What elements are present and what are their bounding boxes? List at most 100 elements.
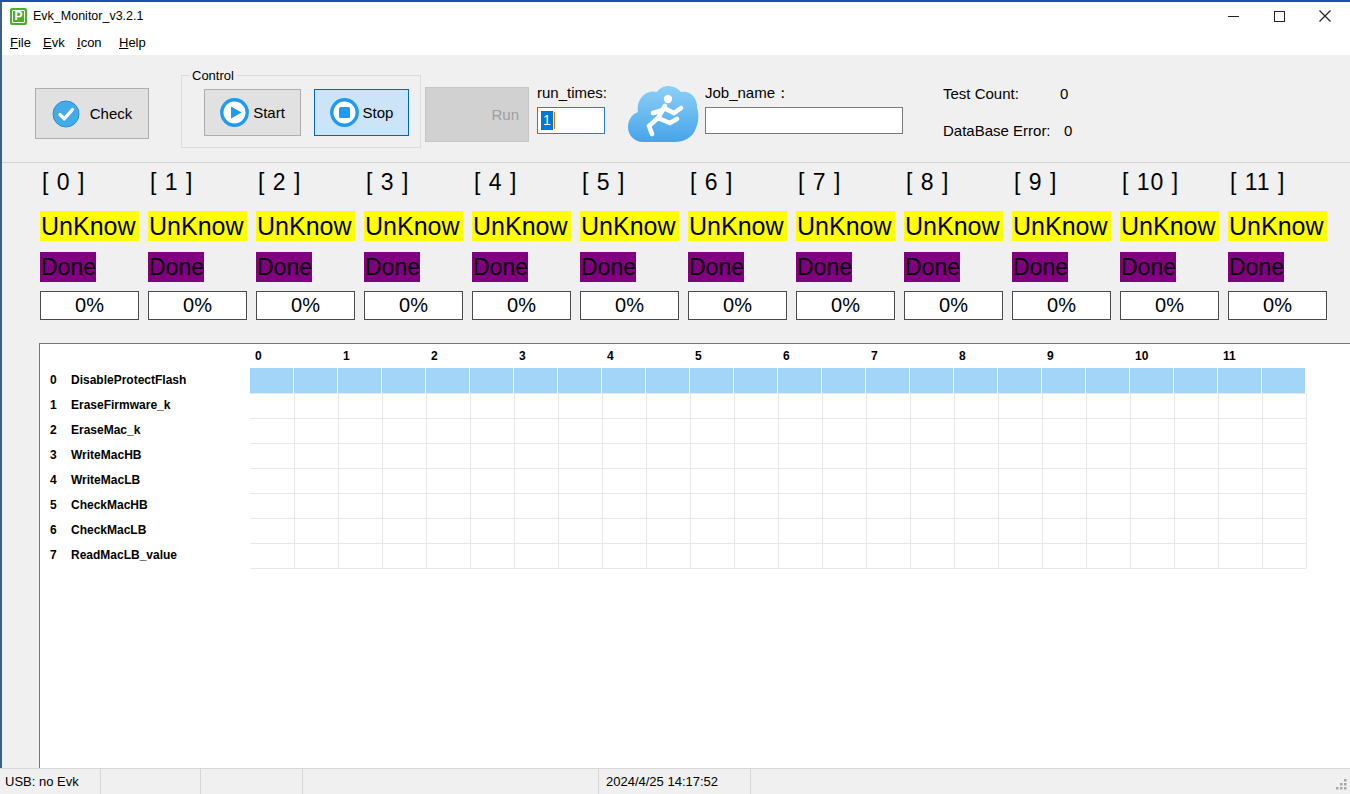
panel-stage-badge: Done bbox=[796, 252, 852, 282]
row-number: 3 bbox=[50, 443, 57, 468]
row-number: 5 bbox=[50, 493, 57, 518]
titlebar: P Evk_Monitor_v3.2.1 bbox=[2, 2, 1350, 30]
app-window: P Evk_Monitor_v3.2.1 File Evk Icon Help … bbox=[0, 0, 1350, 794]
panel-status-badge: UnKnow bbox=[148, 211, 247, 241]
grid-column-header: 4 bbox=[607, 349, 614, 363]
run-button[interactable]: Run bbox=[425, 87, 529, 142]
evk-panel: [ 5 ]UnKnowDone0% bbox=[580, 164, 688, 334]
panel-progress-box: 0% bbox=[256, 291, 355, 320]
grid-hline bbox=[250, 543, 1306, 544]
row-name: CheckMacHB bbox=[71, 493, 148, 518]
job-name-input[interactable] bbox=[705, 107, 903, 134]
grid-hline bbox=[250, 493, 1306, 494]
grid-vline bbox=[1042, 393, 1043, 568]
row-number: 6 bbox=[50, 518, 57, 543]
job-name-label: Job_name： bbox=[705, 84, 790, 103]
panel-progress-box: 0% bbox=[1012, 291, 1111, 320]
statusbar: USB: no Evk 2024/4/25 14:17:52 bbox=[0, 768, 1350, 794]
menu-icon[interactable]: Icon bbox=[75, 33, 104, 52]
panel-progress-box: 0% bbox=[364, 291, 463, 320]
grid-vline bbox=[338, 393, 339, 568]
grid-vline bbox=[1218, 393, 1219, 568]
panel-status-badge: UnKnow bbox=[1120, 211, 1219, 241]
panel-status-badge: UnKnow bbox=[688, 211, 787, 241]
play-icon bbox=[220, 98, 249, 127]
task-grid: 012345678910110DisableProtectFlash1Erase… bbox=[39, 343, 1350, 768]
grid-hline bbox=[250, 468, 1306, 469]
panel-stage-badge: Done bbox=[472, 252, 528, 282]
evk-panel: [ 8 ]UnKnowDone0% bbox=[904, 164, 1012, 334]
panel-stage-badge: Done bbox=[40, 252, 96, 282]
grid-vline bbox=[1306, 393, 1307, 568]
statusbar-divider bbox=[200, 769, 201, 794]
grid-vline bbox=[1262, 393, 1263, 568]
close-button[interactable] bbox=[1302, 2, 1348, 30]
start-button[interactable]: Start bbox=[204, 89, 301, 136]
grid-column-header: 1 bbox=[343, 349, 350, 363]
statusbar-divider bbox=[302, 769, 303, 794]
usb-status: USB: no Evk bbox=[5, 774, 79, 789]
panel-index-label: [ 8 ] bbox=[906, 169, 949, 196]
grid-column-header: 3 bbox=[519, 349, 526, 363]
panel-progress-box: 0% bbox=[580, 291, 679, 320]
resize-grip[interactable] bbox=[1334, 777, 1348, 791]
row-name: ReadMacLB_value bbox=[71, 543, 177, 568]
grid-hline bbox=[250, 443, 1306, 444]
control-groupbox: Control Start Stop bbox=[181, 75, 421, 148]
filled-cells-band bbox=[250, 368, 1306, 393]
minimize-icon bbox=[1228, 11, 1239, 22]
panel-index-label: [ 5 ] bbox=[582, 169, 625, 196]
panel-status-badge: UnKnow bbox=[580, 211, 679, 241]
grid-vline bbox=[1086, 393, 1087, 568]
test-count-value: 0 bbox=[1060, 85, 1068, 102]
grid-vline bbox=[426, 393, 427, 568]
row-name: DisableProtectFlash bbox=[71, 368, 186, 393]
panel-stage-badge: Done bbox=[148, 252, 204, 282]
grid-column-header: 9 bbox=[1047, 349, 1054, 363]
panel-index-label: [ 0 ] bbox=[42, 169, 85, 196]
stop-button[interactable]: Stop bbox=[314, 89, 409, 136]
menu-file[interactable]: File bbox=[8, 33, 33, 52]
row-number: 2 bbox=[50, 418, 57, 443]
menu-evk[interactable]: Evk bbox=[41, 33, 67, 52]
panel-stage-badge: Done bbox=[1228, 252, 1284, 282]
evk-panel: [ 9 ]UnKnowDone0% bbox=[1012, 164, 1120, 334]
toolbar: Check Control Start Stop Run run bbox=[2, 55, 1350, 163]
grid-vline bbox=[866, 393, 867, 568]
panel-index-label: [ 11 ] bbox=[1230, 169, 1285, 196]
run-times-input[interactable]: 1 bbox=[537, 107, 605, 134]
panel-index-label: [ 10 ] bbox=[1122, 169, 1179, 196]
panel-index-label: [ 7 ] bbox=[798, 169, 841, 196]
test-count-label: Test Count: bbox=[943, 85, 1019, 102]
evk-panel: [ 1 ]UnKnowDone0% bbox=[148, 164, 256, 334]
row-name: WriteMacLB bbox=[71, 468, 140, 493]
grid-vline bbox=[734, 393, 735, 568]
evk-panel: [ 11 ]UnKnowDone0% bbox=[1228, 164, 1336, 334]
grid-hline bbox=[250, 393, 1306, 394]
evk-panel: [ 3 ]UnKnowDone0% bbox=[364, 164, 472, 334]
panel-status-badge: UnKnow bbox=[472, 211, 571, 241]
row-name: EraseFirmware_k bbox=[71, 393, 170, 418]
row-number: 4 bbox=[50, 468, 57, 493]
panel-status-badge: UnKnow bbox=[364, 211, 463, 241]
panel-stage-badge: Done bbox=[1120, 252, 1176, 282]
text-caret bbox=[554, 112, 555, 129]
grid-column-header: 5 bbox=[695, 349, 702, 363]
panel-index-label: [ 2 ] bbox=[258, 169, 301, 196]
menu-help[interactable]: Help bbox=[117, 33, 148, 52]
panel-index-label: [ 9 ] bbox=[1014, 169, 1057, 196]
maximize-button[interactable] bbox=[1256, 2, 1302, 30]
grid-column-header: 2 bbox=[431, 349, 438, 363]
grid-column-header: 7 bbox=[871, 349, 878, 363]
panel-status-badge: UnKnow bbox=[256, 211, 355, 241]
check-button[interactable]: Check bbox=[35, 88, 149, 139]
panel-stage-badge: Done bbox=[1012, 252, 1068, 282]
grid-vline bbox=[690, 393, 691, 568]
panel-status-badge: UnKnow bbox=[796, 211, 895, 241]
grid-column-header: 6 bbox=[783, 349, 790, 363]
panel-progress-box: 0% bbox=[688, 291, 787, 320]
panel-stage-badge: Done bbox=[688, 252, 744, 282]
statusbar-divider bbox=[750, 769, 751, 794]
grid-column-header: 10 bbox=[1135, 349, 1148, 363]
minimize-button[interactable] bbox=[1210, 2, 1256, 30]
